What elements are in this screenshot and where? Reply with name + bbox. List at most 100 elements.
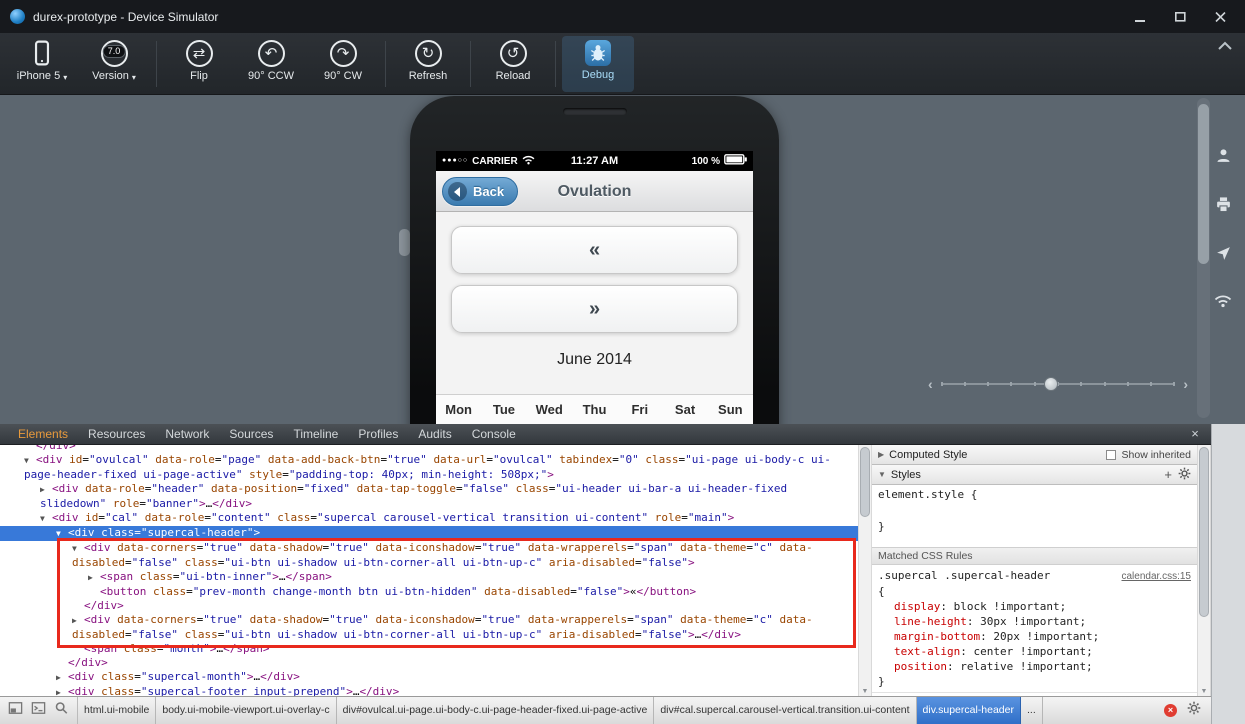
code-text: <div id="cal" data-role="content" class=…: [52, 511, 735, 524]
console-toggle-button[interactable]: [31, 701, 46, 720]
devtools-tab-resources[interactable]: Resources: [78, 424, 155, 445]
devtools-tab-audits[interactable]: Audits: [408, 424, 461, 445]
tree-node[interactable]: ▶ <div class="supercal-footer input-prepe…: [0, 685, 858, 696]
user-icon[interactable]: [1215, 147, 1232, 169]
breadcrumb-item[interactable]: div#cal.supercal.carousel-vertical.trans…: [654, 697, 917, 724]
css-property[interactable]: margin-bottom: 20px !important;: [878, 629, 1191, 644]
rotate-cw-label: 90° CW: [323, 69, 363, 82]
slider-right-arrow[interactable]: ›: [1183, 375, 1188, 393]
slider-left-arrow[interactable]: ‹: [928, 375, 933, 393]
breadcrumb-item[interactable]: html.ui-mobile: [78, 697, 157, 724]
back-button[interactable]: Back: [442, 177, 519, 206]
css-rule-selector[interactable]: .supercal .supercal-header: [878, 568, 1050, 583]
next-month-button[interactable]: »: [451, 285, 738, 333]
prev-month-button[interactable]: «: [451, 226, 738, 274]
canvas-scrollbar[interactable]: [1197, 98, 1210, 418]
tree-node[interactable]: ▼ <div id="ovulcal" data-role="page" data…: [0, 453, 858, 482]
scroll-down-arrow-icon[interactable]: ▼: [859, 688, 871, 695]
stylesheet-link[interactable]: calendar.css:15: [1122, 569, 1192, 584]
css-property[interactable]: display: block !important;: [878, 599, 1191, 614]
css-property[interactable]: position: relative !important;: [878, 659, 1191, 674]
tree-node[interactable]: </div>: [0, 445, 858, 453]
rotate-cw-button[interactable]: ↷ 90° CW: [307, 36, 379, 92]
zoom-slider-handle[interactable]: [1043, 377, 1058, 391]
styles-scrollbar-thumb[interactable]: [1199, 447, 1209, 617]
signal-strength-icon: ●●●○○: [442, 156, 469, 164]
device-frame: ●●●○○ CARRIER 11:27 AM 100 % Back Ovulat…: [410, 96, 779, 424]
devtools-tab-profiles[interactable]: Profiles: [348, 424, 408, 445]
annotation-highlight-box: [57, 538, 856, 648]
carrier-label: CARRIER: [472, 155, 518, 167]
slider-tick: [1173, 382, 1176, 386]
show-inherited-checkbox[interactable]: [1105, 449, 1116, 460]
collapsed-arrow-icon[interactable]: ▶: [56, 671, 68, 685]
collapsed-arrow-icon[interactable]: ▶: [56, 686, 68, 696]
wifi-icon: [522, 152, 535, 170]
slider-tick: [1033, 382, 1036, 386]
zoom-slider-track[interactable]: [940, 377, 1176, 391]
slider-tick: [963, 382, 966, 386]
elements-scrollbar-thumb[interactable]: [860, 447, 870, 517]
scroll-down-arrow-icon[interactable]: ▼: [1198, 688, 1210, 695]
breadcrumb-item[interactable]: div.supercal-header: [916, 697, 1021, 724]
element-style-rule[interactable]: element.style {: [872, 485, 1197, 502]
resize-grip[interactable]: [399, 229, 410, 256]
minimize-button[interactable]: [1133, 11, 1147, 23]
tree-node[interactable]: ▶ <div class="supercal-month">…</div>: [0, 670, 858, 685]
error-count-badge[interactable]: ×: [1164, 704, 1177, 717]
elements-tree: </div> ▼ <div id="ovulcal" data-role="page…: [0, 445, 858, 696]
weekday-cell: Sat: [674, 402, 696, 417]
gear-icon[interactable]: [1178, 467, 1191, 483]
reload-button[interactable]: ↺ Reload: [477, 36, 549, 92]
close-button[interactable]: [1213, 11, 1227, 23]
collapsed-arrow-icon[interactable]: ▶: [40, 483, 52, 497]
debug-button[interactable]: Debug: [562, 35, 634, 92]
version-select-button[interactable]: 7.0 Version ▾: [78, 36, 150, 92]
new-style-rule-button[interactable]: +: [1164, 468, 1172, 481]
window-title: durex-prototype - Device Simulator: [33, 9, 219, 24]
search-icon[interactable]: [54, 701, 69, 720]
breadcrumb: html.ui-mobile body.ui-mobile-viewport.ui…: [78, 697, 1043, 724]
bug-icon: [585, 39, 611, 66]
css-property[interactable]: text-align: center !important;: [878, 644, 1191, 659]
computed-style-label: Computed Style: [889, 448, 968, 461]
devtools-tab-sources[interactable]: Sources: [219, 424, 283, 445]
rotate-cw-icon: ↷: [329, 39, 357, 67]
rotate-ccw-button[interactable]: ↶ 90° CCW: [235, 36, 307, 92]
devtools-tab-elements[interactable]: Elements: [8, 424, 78, 445]
expanded-arrow-icon[interactable]: ▼: [24, 454, 36, 468]
device-select-button[interactable]: iPhone 5 ▾: [6, 36, 78, 92]
rotate-ccw-label: 90° CCW: [248, 69, 294, 82]
tree-node[interactable]: </div>: [0, 656, 858, 670]
styles-scrollbar[interactable]: ▼: [1197, 445, 1211, 696]
maximize-button[interactable]: [1173, 11, 1187, 23]
breadcrumb-item[interactable]: div#ovulcal.ui-page.ui-body-c.ui-page-he…: [337, 697, 655, 724]
refresh-button[interactable]: ↻ Refresh: [392, 36, 464, 92]
weekday-cell: Thu: [582, 402, 607, 417]
dock-panel-button[interactable]: [8, 701, 23, 720]
devtools-tab-network[interactable]: Network: [155, 424, 219, 445]
reload-label: Reload: [495, 69, 531, 82]
tree-node[interactable]: ▶ <div data-role="header" data-position="…: [0, 482, 858, 511]
settings-gear-icon[interactable]: [1187, 701, 1201, 720]
styles-section-header[interactable]: ▼ Styles +: [872, 465, 1197, 485]
wifi-signal-icon[interactable]: [1214, 294, 1232, 313]
status-bar: ●●●○○ CARRIER 11:27 AM 100 %: [436, 151, 753, 171]
location-arrow-icon[interactable]: [1215, 245, 1232, 267]
element-style-close: }: [878, 520, 885, 533]
collapse-toolbar-button[interactable]: [1217, 38, 1233, 56]
breadcrumb-item[interactable]: ...: [1021, 697, 1043, 724]
flip-button[interactable]: ⇄ Flip: [163, 36, 235, 92]
devtools-tab-timeline[interactable]: Timeline: [283, 424, 348, 445]
breadcrumb-item[interactable]: body.ui-mobile-viewport.ui-overlay-c: [156, 697, 337, 724]
devtools-close-button[interactable]: ×: [1187, 424, 1203, 444]
computed-style-section-header[interactable]: ▶ Computed Style Show inherited: [872, 445, 1197, 465]
tree-node[interactable]: ▼ <div id="cal" data-role="content" class…: [0, 511, 858, 526]
expanded-arrow-icon[interactable]: ▼: [40, 512, 52, 526]
elements-scrollbar[interactable]: ▼: [858, 445, 872, 696]
canvas-scrollbar-thumb[interactable]: [1198, 104, 1209, 264]
css-property[interactable]: line-height: 30px !important;: [878, 614, 1191, 629]
printer-icon[interactable]: [1215, 196, 1232, 218]
device-screen: ●●●○○ CARRIER 11:27 AM 100 % Back Ovulat…: [436, 151, 753, 424]
devtools-tab-console[interactable]: Console: [462, 424, 526, 445]
